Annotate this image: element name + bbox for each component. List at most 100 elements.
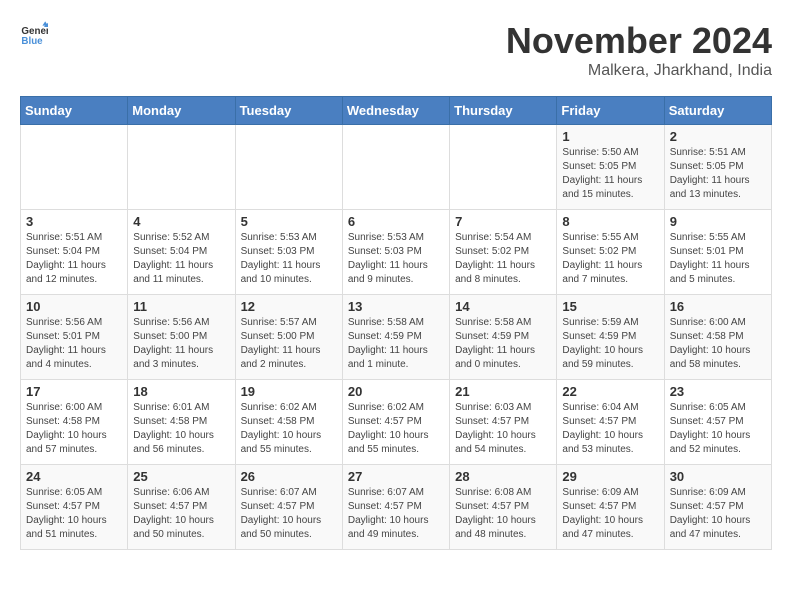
location-title: Malkera, Jharkhand, India — [506, 62, 772, 80]
weekday-header-friday: Friday — [557, 97, 664, 125]
svg-text:Blue: Blue — [21, 36, 43, 47]
calendar-cell: 20Sunrise: 6:02 AM Sunset: 4:57 PM Dayli… — [342, 380, 449, 465]
day-info: Sunrise: 6:08 AM Sunset: 4:57 PM Dayligh… — [455, 486, 551, 542]
weekday-header-wednesday: Wednesday — [342, 97, 449, 125]
calendar-cell: 6 Sunrise: 5:53 AM Sunset: 5:03 PM Daylig… — [342, 210, 449, 295]
day-info: Sunrise: 6:00 AM Sunset: 4:58 PM Dayligh… — [26, 401, 122, 457]
day-number: 19 — [241, 384, 337, 399]
day-info: Sunrise: 5:56 AM Sunset: 5:01 PM Dayligh… — [26, 316, 122, 372]
calendar-cell: 4 Sunrise: 5:52 AM Sunset: 5:04 PM Daylig… — [128, 210, 235, 295]
calendar-cell: 2 Sunrise: 5:51 AM Sunset: 5:05 PM Daylig… — [664, 125, 771, 210]
day-info: Sunrise: 5:55 AM Sunset: 5:01 PM Dayligh… — [670, 231, 766, 287]
weekday-header-thursday: Thursday — [450, 97, 557, 125]
day-number: 17 — [26, 384, 122, 399]
calendar-cell: 8 Sunrise: 5:55 AM Sunset: 5:02 PM Daylig… — [557, 210, 664, 295]
calendar-cell — [342, 125, 449, 210]
day-number: 27 — [348, 469, 444, 484]
day-info: Sunrise: 6:05 AM Sunset: 4:57 PM Dayligh… — [26, 486, 122, 542]
day-number: 2 — [670, 129, 766, 144]
calendar-cell: 5Sunrise: 5:53 AM Sunset: 5:03 PM Daylig… — [235, 210, 342, 295]
calendar-cell: 11 Sunrise: 5:56 AM Sunset: 5:00 PM Dayli… — [128, 295, 235, 380]
calendar-cell: 3 Sunrise: 5:51 AM Sunset: 5:04 PM Daylig… — [21, 210, 128, 295]
calendar-cell: 7 Sunrise: 5:54 AM Sunset: 5:02 PM Daylig… — [450, 210, 557, 295]
day-info: Sunrise: 5:51 AM Sunset: 5:05 PM Dayligh… — [670, 146, 766, 202]
calendar-cell: 19 Sunrise: 6:02 AM Sunset: 4:58 PM Dayli… — [235, 380, 342, 465]
day-info: Sunrise: 5:56 AM Sunset: 5:00 PM Dayligh… — [133, 316, 229, 372]
day-number: 25 — [133, 469, 229, 484]
day-number: 15 — [562, 299, 658, 314]
day-number: 9 — [670, 214, 766, 229]
calendar-cell — [450, 125, 557, 210]
calendar-table: SundayMondayTuesdayWednesdayThursdayFrid… — [20, 96, 772, 550]
day-info: Sunrise: 6:09 AM Sunset: 4:57 PM Dayligh… — [670, 486, 766, 542]
weekday-header-row: SundayMondayTuesdayWednesdayThursdayFrid… — [21, 97, 772, 125]
calendar-cell — [21, 125, 128, 210]
day-info: Sunrise: 5:54 AM Sunset: 5:02 PM Dayligh… — [455, 231, 551, 287]
calendar-body: 1 Sunrise: 5:50 AM Sunset: 5:05 PM Daylig… — [21, 125, 772, 550]
day-number: 10 — [26, 299, 122, 314]
day-info: Sunrise: 5:57 AM Sunset: 5:00 PM Dayligh… — [241, 316, 337, 372]
calendar-cell: 12Sunrise: 5:57 AM Sunset: 5:00 PM Dayli… — [235, 295, 342, 380]
day-info: Sunrise: 6:05 AM Sunset: 4:57 PM Dayligh… — [670, 401, 766, 457]
day-number: 16 — [670, 299, 766, 314]
weekday-header-sunday: Sunday — [21, 97, 128, 125]
calendar-cell: 13 Sunrise: 5:58 AM Sunset: 4:59 PM Dayli… — [342, 295, 449, 380]
calendar-cell: 27Sunrise: 6:07 AM Sunset: 4:57 PM Dayli… — [342, 465, 449, 550]
day-info: Sunrise: 5:59 AM Sunset: 4:59 PM Dayligh… — [562, 316, 658, 372]
day-number: 5 — [241, 214, 337, 229]
day-info: Sunrise: 5:52 AM Sunset: 5:04 PM Dayligh… — [133, 231, 229, 287]
day-number: 11 — [133, 299, 229, 314]
day-number: 18 — [133, 384, 229, 399]
day-number: 4 — [133, 214, 229, 229]
calendar-cell: 28 Sunrise: 6:08 AM Sunset: 4:57 PM Dayli… — [450, 465, 557, 550]
day-info: Sunrise: 6:02 AM Sunset: 4:58 PM Dayligh… — [241, 401, 337, 457]
calendar-cell: 14Sunrise: 5:58 AM Sunset: 4:59 PM Dayli… — [450, 295, 557, 380]
calendar-cell: 30 Sunrise: 6:09 AM Sunset: 4:57 PM Dayli… — [664, 465, 771, 550]
day-number: 30 — [670, 469, 766, 484]
calendar-cell: 23 Sunrise: 6:05 AM Sunset: 4:57 PM Dayli… — [664, 380, 771, 465]
day-info: Sunrise: 6:03 AM Sunset: 4:57 PM Dayligh… — [455, 401, 551, 457]
weekday-header-monday: Monday — [128, 97, 235, 125]
calendar-cell: 15 Sunrise: 5:59 AM Sunset: 4:59 PM Dayli… — [557, 295, 664, 380]
calendar-cell: 26 Sunrise: 6:07 AM Sunset: 4:57 PM Dayli… — [235, 465, 342, 550]
day-number: 24 — [26, 469, 122, 484]
calendar-header: SundayMondayTuesdayWednesdayThursdayFrid… — [21, 97, 772, 125]
day-number: 28 — [455, 469, 551, 484]
calendar-cell — [235, 125, 342, 210]
month-title: November 2024 — [506, 20, 772, 62]
day-info: Sunrise: 6:09 AM Sunset: 4:57 PM Dayligh… — [562, 486, 658, 542]
calendar-cell: 16Sunrise: 6:00 AM Sunset: 4:58 PM Dayli… — [664, 295, 771, 380]
day-info: Sunrise: 5:58 AM Sunset: 4:59 PM Dayligh… — [348, 316, 444, 372]
day-number: 3 — [26, 214, 122, 229]
day-number: 13 — [348, 299, 444, 314]
page-header: General Blue November 2024 Malkera, Jhar… — [20, 20, 772, 80]
day-info: Sunrise: 6:01 AM Sunset: 4:58 PM Dayligh… — [133, 401, 229, 457]
calendar-week-2: 3 Sunrise: 5:51 AM Sunset: 5:04 PM Daylig… — [21, 210, 772, 295]
calendar-cell: 25Sunrise: 6:06 AM Sunset: 4:57 PM Dayli… — [128, 465, 235, 550]
day-info: Sunrise: 5:55 AM Sunset: 5:02 PM Dayligh… — [562, 231, 658, 287]
calendar-cell: 9 Sunrise: 5:55 AM Sunset: 5:01 PM Daylig… — [664, 210, 771, 295]
day-info: Sunrise: 5:51 AM Sunset: 5:04 PM Dayligh… — [26, 231, 122, 287]
day-number: 23 — [670, 384, 766, 399]
day-info: Sunrise: 5:50 AM Sunset: 5:05 PM Dayligh… — [562, 146, 658, 202]
calendar-cell: 18 Sunrise: 6:01 AM Sunset: 4:58 PM Dayli… — [128, 380, 235, 465]
day-number: 7 — [455, 214, 551, 229]
day-number: 20 — [348, 384, 444, 399]
day-number: 6 — [348, 214, 444, 229]
calendar-cell: 29Sunrise: 6:09 AM Sunset: 4:57 PM Dayli… — [557, 465, 664, 550]
calendar-cell — [128, 125, 235, 210]
day-info: Sunrise: 6:07 AM Sunset: 4:57 PM Dayligh… — [241, 486, 337, 542]
day-number: 22 — [562, 384, 658, 399]
day-number: 26 — [241, 469, 337, 484]
weekday-header-saturday: Saturday — [664, 97, 771, 125]
logo-icon: General Blue — [20, 20, 48, 48]
calendar-cell: 10 Sunrise: 5:56 AM Sunset: 5:01 PM Dayli… — [21, 295, 128, 380]
day-number: 8 — [562, 214, 658, 229]
calendar-cell: 24 Sunrise: 6:05 AM Sunset: 4:57 PM Dayli… — [21, 465, 128, 550]
calendar-cell: 21Sunrise: 6:03 AM Sunset: 4:57 PM Dayli… — [450, 380, 557, 465]
calendar-week-1: 1 Sunrise: 5:50 AM Sunset: 5:05 PM Daylig… — [21, 125, 772, 210]
weekday-header-tuesday: Tuesday — [235, 97, 342, 125]
day-number: 14 — [455, 299, 551, 314]
day-info: Sunrise: 5:53 AM Sunset: 5:03 PM Dayligh… — [348, 231, 444, 287]
day-number: 1 — [562, 129, 658, 144]
